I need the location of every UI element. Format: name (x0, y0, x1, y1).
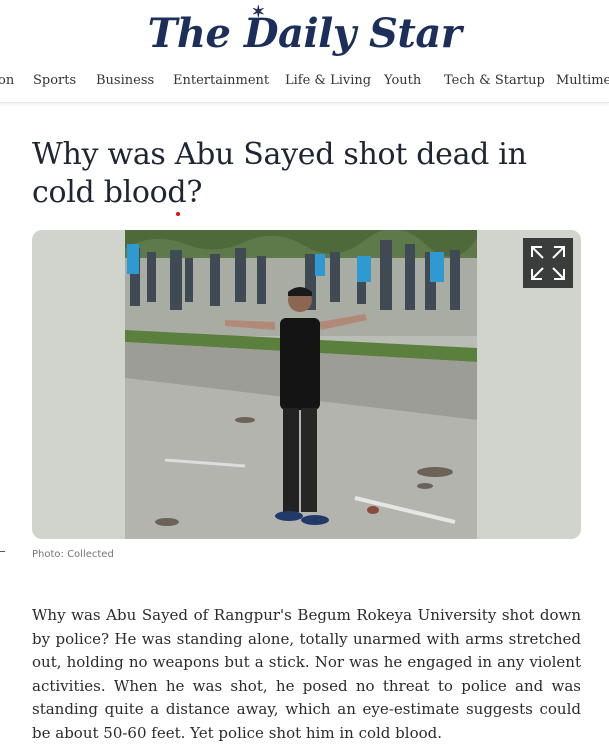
article-headline: Why was Abu Sayed shot dead in cold bloo… (32, 137, 527, 210)
nav-item-business[interactable]: Business (96, 73, 154, 88)
main-nav: on Sports Business Entertainment Life & … (0, 62, 609, 103)
masthead: The Daily Star ✶ (0, 0, 609, 62)
logo-star-icon: ✶ (251, 1, 265, 21)
nav-item-section[interactable]: on (0, 73, 14, 88)
article-figure (32, 230, 581, 539)
left-edge-mark (0, 551, 5, 552)
expand-icon (531, 246, 565, 280)
article-photo[interactable] (125, 230, 477, 539)
nav-item-life-living[interactable]: Life & Living (285, 73, 371, 88)
nav-item-multimedia[interactable]: Multimedia (556, 73, 609, 88)
photo-caption: Photo: Collected (32, 549, 114, 560)
site-logo[interactable]: The Daily Star ✶ (148, 2, 462, 57)
nav-item-entertainment[interactable]: Entertainment (173, 73, 269, 88)
nav-item-sports[interactable]: Sports (33, 73, 76, 88)
nav-item-tech-startup[interactable]: Tech & Startup (444, 73, 545, 88)
expand-image-button[interactable] (523, 238, 573, 288)
nav-item-youth[interactable]: Youth (384, 73, 421, 88)
cursor-dot (176, 212, 180, 216)
article-body: Why was Abu Sayed of Rangpur's Begum Rok… (32, 606, 581, 742)
